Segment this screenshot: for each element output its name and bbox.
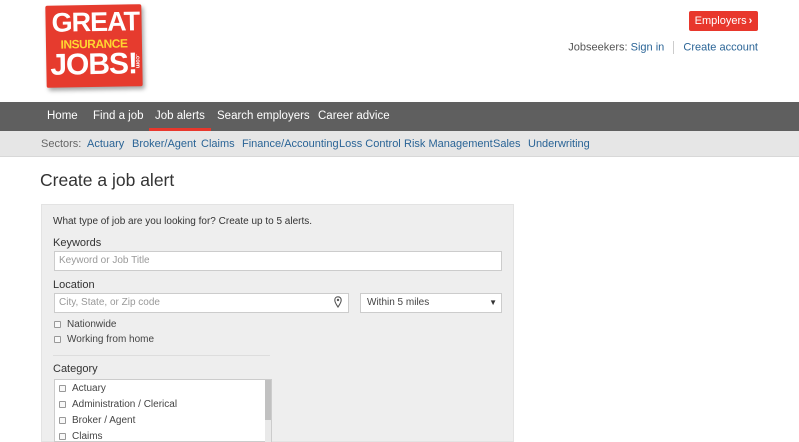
sector-link-loss-control[interactable]: Loss Control bbox=[339, 138, 401, 150]
logo-text-great: GREAT bbox=[51, 6, 140, 38]
sign-in-link[interactable]: Sign in bbox=[631, 41, 665, 53]
page-title: Create a job alert bbox=[40, 170, 175, 190]
category-item-label: Claims bbox=[72, 431, 103, 442]
nav-item-home[interactable]: Home bbox=[47, 102, 78, 131]
category-item-label: Broker / Agent bbox=[72, 415, 136, 426]
link-divider bbox=[673, 41, 675, 54]
create-account-link[interactable]: Create account bbox=[683, 41, 758, 53]
keywords-label: Keywords bbox=[53, 237, 102, 249]
sector-link-broker-agent[interactable]: Broker/Agent bbox=[132, 138, 196, 150]
location-label: Location bbox=[53, 279, 95, 291]
category-item-label: Actuary bbox=[72, 383, 106, 394]
sector-link-finance-accounting[interactable]: Finance/Accounting bbox=[242, 138, 339, 150]
nav-item-find-a-job[interactable]: Find a job bbox=[93, 102, 144, 131]
nav-item-search-employers[interactable]: Search employers bbox=[217, 102, 310, 131]
sectors-label: Sectors: bbox=[41, 138, 82, 150]
logo-text-com: .com bbox=[134, 54, 141, 69]
logo-text-jobs: JOBS! bbox=[50, 47, 138, 82]
category-item-claims[interactable]: Claims bbox=[59, 431, 103, 442]
sectors-bar: Sectors: Actuary Broker/Agent Claims Fin… bbox=[0, 131, 799, 157]
employers-button-label: Employers bbox=[694, 15, 747, 27]
main-nav: Home Find a job Job alerts Search employ… bbox=[0, 102, 799, 131]
chevron-right-icon: › bbox=[748, 15, 753, 27]
nationwide-checkbox[interactable] bbox=[54, 321, 61, 328]
form-intro-text: What type of job are you looking for? Cr… bbox=[53, 216, 313, 227]
working-from-home-checkbox-row[interactable]: Working from home bbox=[54, 334, 154, 345]
site-logo[interactable]: GREAT INSURANCE JOBS! .com bbox=[45, 4, 143, 88]
jobseekers-label: Jobseekers: bbox=[568, 41, 628, 54]
employers-button[interactable]: Employers › bbox=[689, 11, 758, 31]
working-from-home-label: Working from home bbox=[67, 334, 155, 345]
category-checkbox[interactable] bbox=[59, 401, 66, 408]
location-input[interactable]: City, State, or Zip code bbox=[54, 293, 349, 313]
nationwide-checkbox-row[interactable]: Nationwide bbox=[54, 319, 116, 330]
category-checkbox[interactable] bbox=[59, 417, 66, 424]
sector-link-actuary[interactable]: Actuary bbox=[87, 138, 124, 150]
category-scrollbar[interactable] bbox=[265, 380, 271, 442]
sector-link-underwriting[interactable]: Underwriting bbox=[528, 138, 590, 150]
category-item-administration-clerical[interactable]: Administration / Clerical bbox=[59, 399, 177, 410]
sector-link-sales[interactable]: Sales bbox=[493, 138, 521, 150]
category-label: Category bbox=[53, 363, 98, 375]
nationwide-label: Nationwide bbox=[67, 319, 117, 330]
form-divider bbox=[53, 355, 270, 356]
category-item-broker-agent[interactable]: Broker / Agent bbox=[59, 415, 135, 426]
sector-link-risk-management[interactable]: Risk Management bbox=[404, 138, 493, 150]
category-checkbox[interactable] bbox=[59, 385, 66, 392]
nav-item-job-alerts[interactable]: Job alerts bbox=[149, 102, 211, 131]
radius-select-value: Within 5 miles bbox=[367, 297, 430, 308]
nav-item-career-advice[interactable]: Career advice bbox=[318, 102, 390, 131]
account-links: Jobseekers: Sign in Create account bbox=[568, 41, 758, 54]
map-pin-icon bbox=[334, 296, 342, 308]
keywords-input[interactable]: Keyword or Job Title bbox=[54, 251, 502, 271]
category-checkbox[interactable] bbox=[59, 433, 66, 440]
category-list[interactable]: Actuary Administration / Clerical Broker… bbox=[54, 379, 272, 442]
category-scrollbar-thumb[interactable] bbox=[265, 380, 271, 420]
sector-link-claims[interactable]: Claims bbox=[201, 138, 235, 150]
caret-down-icon: ▼ bbox=[489, 298, 497, 307]
category-item-label: Administration / Clerical bbox=[72, 399, 178, 410]
category-item-actuary[interactable]: Actuary bbox=[59, 383, 106, 394]
radius-select[interactable]: Within 5 miles ▼ bbox=[360, 293, 502, 313]
working-from-home-checkbox[interactable] bbox=[54, 336, 61, 343]
